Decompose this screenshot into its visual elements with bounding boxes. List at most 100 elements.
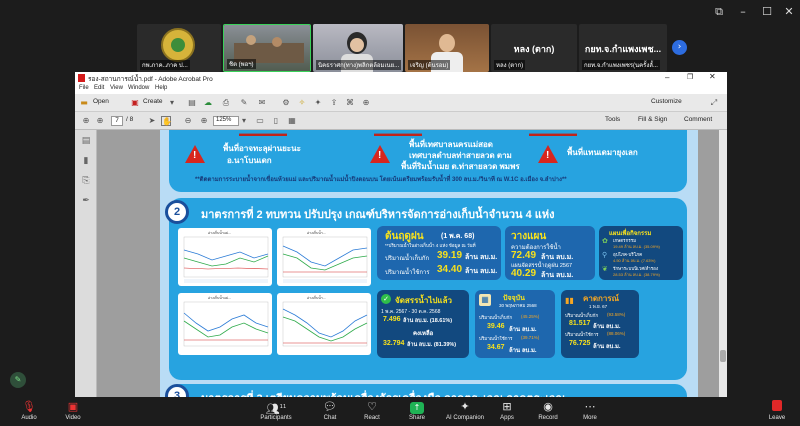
forecast-percent: (88.06%) [607, 331, 626, 336]
cloud-icon[interactable]: ☁ [203, 98, 213, 108]
open-button[interactable]: Open [93, 98, 109, 108]
close-icon[interactable]: ✕ [709, 72, 716, 81]
edit-icon[interactable]: ✎ [239, 98, 249, 108]
scroll-thumb[interactable] [720, 350, 726, 362]
measure-title: มาตรการที่ 2 ทบทวน ปรับปรุง เกณฑ์บริหารจ… [201, 209, 555, 221]
participant-tile[interactable]: เจริญ (ต้นรอม) [405, 24, 489, 72]
document-area[interactable]: ▬▬▬▬▬▬ ▬▬▬▬▬▬ ▬▬▬▬▬▬ ! พื้นที่อาจทะลุผ่า… [97, 130, 719, 397]
close-icon[interactable]: ✕ [782, 5, 796, 18]
customize-button[interactable]: Customize [651, 98, 682, 108]
chevron-down-icon[interactable]: ▾ [167, 98, 177, 108]
print-icon[interactable]: ⎙ [221, 98, 231, 108]
allocated-box: ✓ จัดสรรน้ำไปแล้ว 1 พ.ค. 2567 - 30 ต.ค. … [377, 290, 469, 358]
email-icon[interactable]: ✉ [257, 98, 267, 108]
menu-edit[interactable]: Edit [94, 85, 104, 91]
participant-tile[interactable]: กยท.จ.กำแพงเพช... กยท.จ.กำแพงเพชร(นครั้ง… [579, 24, 667, 72]
participant-tile-active[interactable]: ชิต (พอฯ) [223, 24, 311, 72]
signature-icon[interactable]: ✒ [80, 196, 92, 208]
more-button[interactable]: ⋯ More [569, 400, 611, 421]
menu-file[interactable]: File [79, 85, 89, 91]
save-icon[interactable]: ▤ [187, 98, 197, 108]
prev-page-icon[interactable]: ⊕ [81, 116, 91, 126]
comment-icon[interactable]: ✧ [297, 98, 307, 108]
attachment-icon[interactable]: ⎘ [80, 176, 92, 188]
current-value: 39.46 [487, 323, 505, 330]
box-date: 30 พฤษภาคม 2568 [499, 303, 537, 308]
menu-help[interactable]: Help [155, 85, 167, 91]
fit-page-icon[interactable]: ▭ [255, 116, 265, 126]
measure-number-badge: 2 [165, 200, 189, 224]
button-label: Audio [21, 415, 37, 421]
video-button[interactable]: ▣ Video [52, 400, 94, 421]
leave-button[interactable]: Leave [756, 400, 798, 421]
minimize-icon[interactable]: – [736, 5, 750, 18]
zoom-out-icon[interactable]: ⊖ [183, 116, 193, 126]
popout-icon[interactable]: ⧉ [712, 5, 726, 19]
share-icon[interactable]: ⇪ [329, 98, 339, 108]
maximize-icon[interactable]: ☐ [760, 5, 774, 18]
chevron-down-icon[interactable]: ▾ [239, 116, 249, 126]
forecast-value: 76.725 [569, 340, 591, 347]
next-page-icon[interactable]: ⊕ [95, 116, 105, 126]
tools-tab[interactable]: Tools [605, 116, 620, 126]
warning-icon: ! [185, 145, 205, 163]
ai-companion-button[interactable]: ✦ AI Companion [441, 400, 489, 421]
participants-button[interactable]: 👥︎11 Participants [254, 400, 298, 421]
warning-text: พื้นที่ริมน้ำเมย ต.ท่าสายลวด พมพร [401, 162, 520, 171]
gear-icon[interactable]: ⚙ [281, 98, 291, 108]
menu-window[interactable]: Window [128, 85, 149, 91]
button-label: AI Companion [445, 415, 485, 421]
page-number-input[interactable]: 7 [111, 116, 123, 126]
share-button[interactable]: ↑ Share [396, 400, 438, 421]
chart-title: อ่างเก็บน้ำ... [307, 229, 326, 235]
attach-icon[interactable]: ⌘ [345, 98, 355, 108]
plan-unit: ล้าน ลบ.ม. [541, 272, 574, 279]
fit-width-icon[interactable]: ▯ [271, 116, 281, 126]
pages-icon[interactable]: ▤ [80, 136, 92, 148]
allocated-unit: ล้าน ลบ.ม. (18.61%) [403, 318, 453, 324]
cursor-icon[interactable]: ➤ [147, 116, 157, 126]
participant-tile[interactable]: นิคธราศก(ทาง)พลิกตล้อมเนย... [313, 24, 403, 72]
apps-button[interactable]: ⊞ Apps [486, 400, 528, 421]
row-value: 34.40 [437, 264, 463, 275]
restore-icon[interactable]: ❐ [687, 73, 693, 81]
read-mode-icon[interactable]: ▦ [287, 116, 297, 126]
button-label: Video [65, 415, 81, 421]
fill-sign-tab[interactable]: Fill & Sign [638, 116, 667, 126]
hand-icon[interactable]: ✋ [161, 116, 172, 126]
bookmark-icon[interactable]: ▮ [80, 156, 92, 168]
zoom-in-icon[interactable]: ⊕ [199, 116, 209, 126]
usage-plan-box: แผนเพื่อกิจกรรม ✿ เกษตรกรรม 19.49 ล้าน ล… [599, 226, 683, 280]
react-button[interactable]: ♡ React [351, 400, 393, 421]
remaining-unit: ล้าน ลบ.ม. (81.39%) [407, 342, 457, 348]
zoom-select[interactable]: 125% [213, 116, 239, 126]
chevron-right-icon[interactable]: › [672, 40, 687, 55]
measure-title: มาตรการที่ 3 เตรียมความพร้อมเครื่องจักรเ… [201, 389, 566, 397]
plan-value: 40.29 [511, 268, 537, 279]
comment-tab[interactable]: Comment [684, 116, 712, 126]
chat-icon: 💬︎ [323, 400, 337, 413]
forecast-label: ปริมาณน้ำใช้การ [565, 332, 599, 337]
minimize-icon[interactable]: – [665, 73, 669, 82]
record-icon: ◉ [543, 400, 553, 413]
page-total: / 8 [126, 116, 134, 123]
nav-toolbar: ⊕ ⊕ 7 / 8 ➤ ✋ ⊖ ⊕ 125% ▾ ▭ ▯ ▦ Tools Fil… [75, 112, 727, 130]
annotate-icon[interactable]: ✎ [10, 372, 26, 388]
expand-icon[interactable]: ⤢ [709, 98, 719, 108]
create-button[interactable]: Create [143, 98, 163, 108]
chart-title: อ่างเก็บน้ำ... [307, 294, 326, 300]
mic-muted-icon: 🎙︎ [22, 400, 36, 413]
link-icon[interactable]: ⊕ [361, 98, 371, 108]
menu-view[interactable]: View [110, 85, 123, 91]
stamp-icon[interactable]: ✦ [313, 98, 323, 108]
record-button[interactable]: ◉ Record [527, 400, 569, 421]
chat-button[interactable]: 💬︎ Chat [309, 400, 351, 421]
vertical-scrollbar[interactable] [719, 130, 727, 397]
calendar-icon: ▦ [479, 294, 491, 306]
warning-text: อ.นาโบนเดก [227, 156, 272, 165]
participant-tile[interactable]: หลง (ตาก) หลง (ตาก) [491, 24, 577, 72]
participant-tile[interactable]: กพ.ภาค..ภาค ป... [137, 24, 221, 72]
current-percent: (39.71%) [521, 335, 540, 340]
audio-button[interactable]: 🎙︎ Audio [8, 400, 50, 421]
allocated-value: 7.496 [383, 316, 401, 323]
